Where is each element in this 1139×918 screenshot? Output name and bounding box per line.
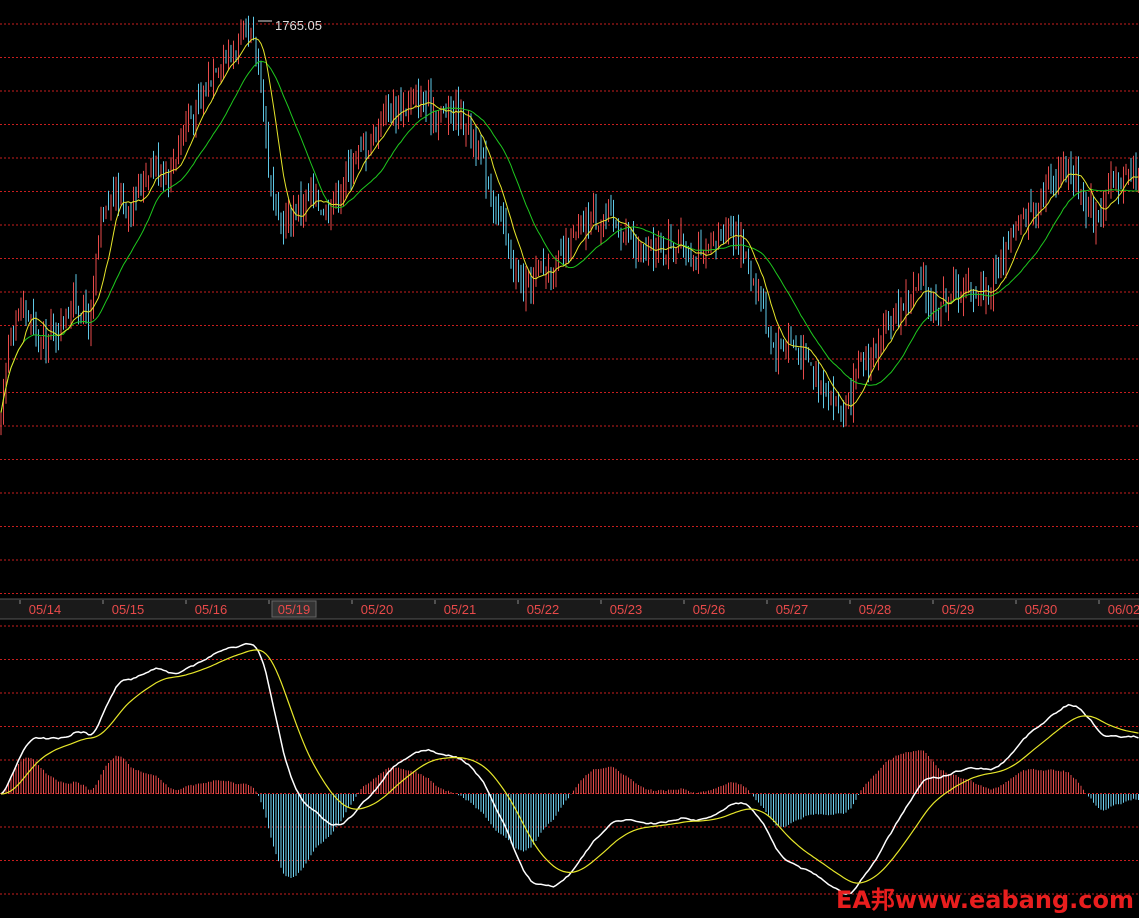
date-tick-label: 05/21 — [444, 602, 477, 617]
date-tick-label: 05/27 — [776, 602, 809, 617]
date-tick-label: 05/15 — [112, 602, 145, 617]
date-tick-label: 05/29 — [942, 602, 975, 617]
date-tick-label: 05/23 — [610, 602, 643, 617]
price-chart: 1765.05 05/14 05/15 05/16 05/19 05/20 05/21 05… — [0, 0, 1139, 918]
watermark: EA邦www.eabang.com — [836, 886, 1134, 914]
date-tick-label: 05/26 — [693, 602, 726, 617]
date-axis: 05/14 05/15 05/16 05/19 05/20 05/21 05/22 05/23… — [0, 598, 1139, 620]
date-tick-label: 05/19 — [278, 602, 311, 617]
peak-label: 1765.05 — [275, 18, 322, 33]
date-tick-label: 05/28 — [859, 602, 892, 617]
date-tick-label: 05/20 — [361, 602, 394, 617]
date-tick-label: 06/02 — [1108, 602, 1139, 617]
date-tick-label: 05/30 — [1025, 602, 1058, 617]
date-tick-label: 05/14 — [29, 602, 62, 617]
date-tick-label: 05/16 — [195, 602, 228, 617]
date-tick-label: 05/22 — [527, 602, 560, 617]
